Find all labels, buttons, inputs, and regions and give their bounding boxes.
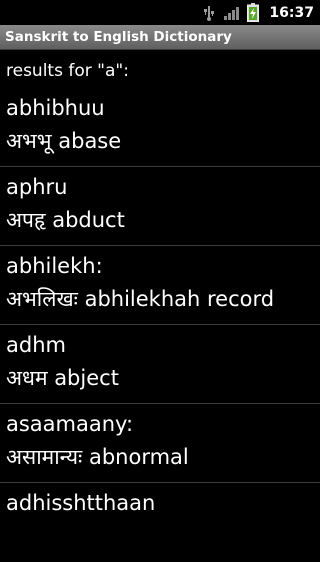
results-header: results for "a":	[6, 61, 129, 81]
result-meaning: अधम abject	[6, 366, 119, 390]
result-meaning: अभलिखः abhilekhah record	[6, 287, 275, 311]
status-icons: 16:37	[203, 0, 314, 25]
clock: 16:37	[269, 4, 314, 21]
result-meaning: अभभू abase	[6, 129, 122, 153]
result-item[interactable]: abhibhuu अभभू abase	[0, 88, 320, 167]
result-item[interactable]: abhilekh: अभलिखः abhilekhah record	[0, 246, 320, 325]
result-meaning: अपहृ abduct	[6, 208, 125, 232]
result-item[interactable]: asaamaany: असामान्यः abnormal	[0, 404, 320, 483]
result-word: adhisshtthaan	[6, 491, 156, 515]
result-word: abhilekh:	[6, 254, 103, 278]
result-word: aphru	[6, 175, 68, 199]
app-title: Sanskrit to English Dictionary	[5, 29, 232, 45]
result-word: abhibhuu	[6, 96, 105, 120]
title-bar: Sanskrit to English Dictionary	[0, 25, 320, 50]
result-word: adhm	[6, 333, 66, 357]
result-word: asaamaany:	[6, 412, 134, 436]
result-meaning: असामान्यः abnormal	[6, 445, 189, 469]
status-bar: 16:37	[0, 0, 320, 25]
signal-icon	[223, 5, 240, 21]
usb-icon	[203, 5, 215, 21]
result-item[interactable]: adhisshtthaan	[0, 483, 320, 562]
battery-charging-icon	[247, 3, 260, 22]
result-list: abhibhuu अभभू abase aphru अपहृ abduct ab…	[0, 88, 320, 562]
result-item[interactable]: aphru अपहृ abduct	[0, 167, 320, 246]
result-item[interactable]: adhm अधम abject	[0, 325, 320, 404]
